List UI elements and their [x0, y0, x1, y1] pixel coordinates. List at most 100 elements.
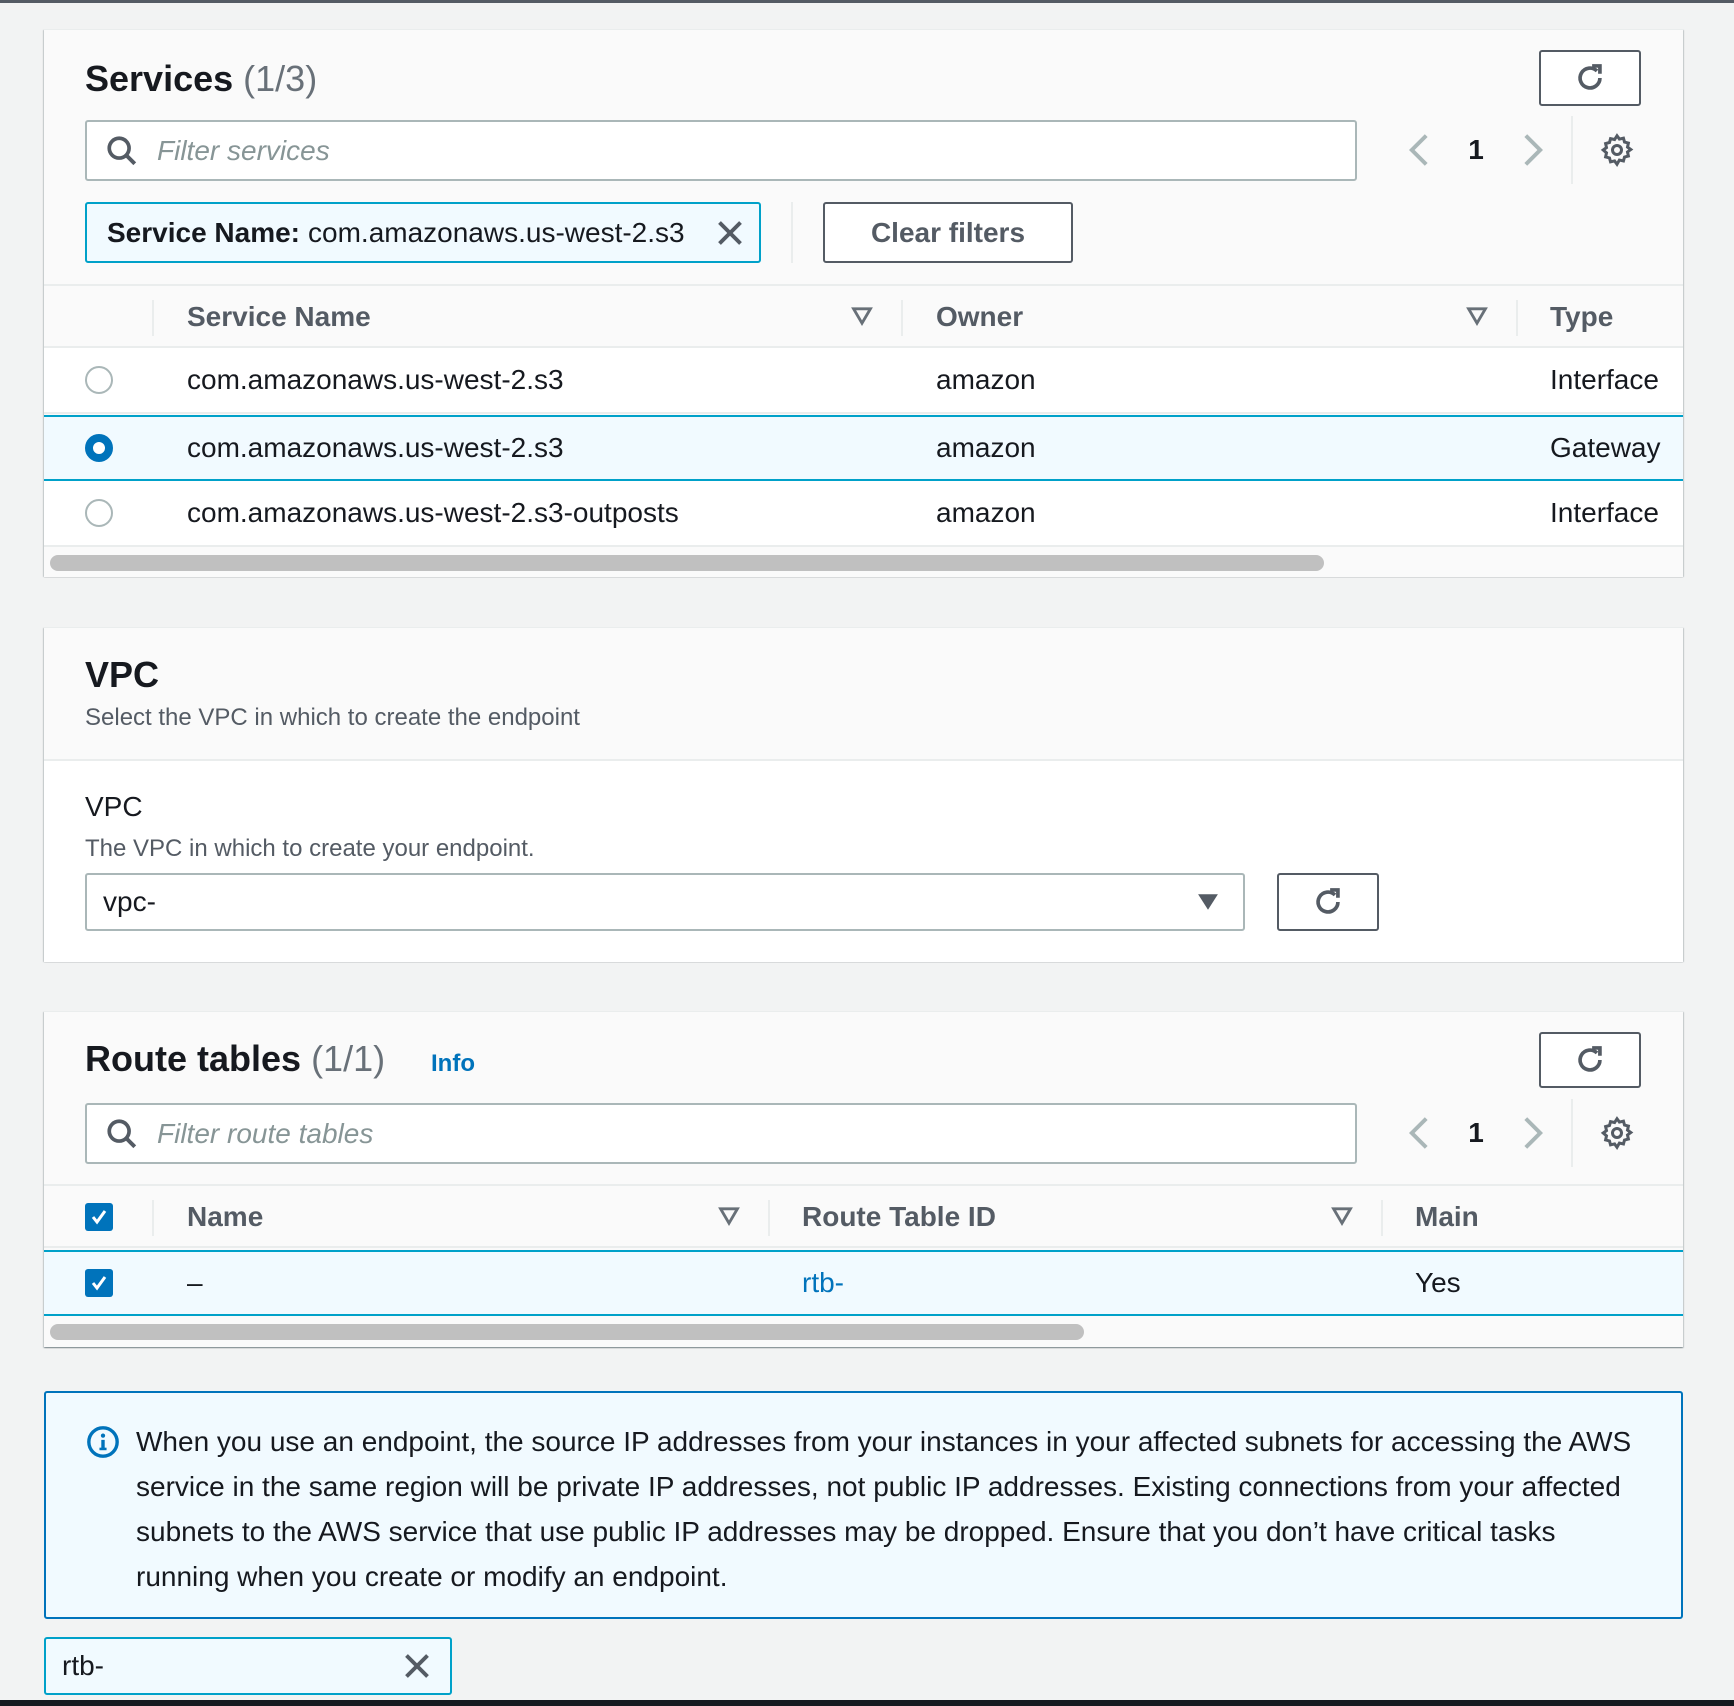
filter-token-value: com.amazonaws.us-west-2.s3 — [308, 216, 685, 248]
select-all-checkbox[interactable] — [85, 1203, 113, 1231]
page-number[interactable]: 1 — [1439, 134, 1513, 166]
row-checkbox[interactable] — [85, 1269, 113, 1297]
window-bottom-edge — [0, 1700, 1734, 1706]
cell-type: Interface — [1550, 364, 1659, 395]
close-icon — [405, 1654, 429, 1678]
column-header-main[interactable]: Main — [1415, 1186, 1479, 1248]
vpc-refresh-button[interactable] — [1277, 873, 1379, 931]
vpc-section-title: VPC — [85, 654, 160, 695]
route-tables-count: (1/1) — [311, 1038, 386, 1079]
gear-icon — [1600, 133, 1634, 168]
cell-owner: amazon — [936, 364, 1036, 395]
sort-icon[interactable] — [850, 304, 874, 328]
row-radio[interactable] — [85, 499, 113, 527]
route-tables-pagination: 1 — [1399, 1099, 1637, 1167]
clear-filters-button[interactable]: Clear filters — [823, 202, 1073, 263]
route-tables-title: Route tables (1/1) — [85, 1038, 385, 1080]
pager-divider — [1571, 116, 1573, 184]
refresh-icon — [1316, 888, 1340, 914]
column-separator — [901, 300, 903, 336]
column-separator — [1516, 300, 1518, 336]
vpc-panel: VPC Select the VPC in which to create th… — [44, 627, 1683, 962]
column-header-owner[interactable]: Owner — [936, 286, 1023, 348]
cell-type: Gateway — [1550, 432, 1661, 463]
row-radio-checked[interactable] — [85, 434, 113, 462]
services-count: (1/3) — [243, 58, 318, 99]
chevron-left-icon — [1408, 1117, 1428, 1149]
table-row-selected[interactable]: – rtb- Yes — [44, 1250, 1683, 1316]
sort-icon[interactable] — [1330, 1204, 1354, 1228]
services-pagination: 1 — [1399, 116, 1637, 184]
route-tables-horizontal-scrollbar[interactable] — [44, 1316, 1683, 1346]
table-row[interactable]: com.amazonaws.us-west-2.s3-outposts amaz… — [44, 481, 1683, 547]
alert-message: When you use an endpoint, the source IP … — [136, 1426, 1632, 1592]
vpc-field-description: The VPC in which to create your endpoint… — [85, 835, 535, 862]
cell-main: Yes — [1415, 1267, 1461, 1298]
info-icon — [87, 1426, 119, 1458]
filter-token-key: Service Name: — [107, 216, 301, 248]
cell-service-name: com.amazonaws.us-west-2.s3 — [187, 432, 564, 463]
services-horizontal-scrollbar[interactable] — [44, 547, 1683, 577]
route-tables-search[interactable] — [85, 1103, 1357, 1164]
services-search-input[interactable] — [157, 134, 1355, 167]
chevron-right-icon — [1524, 134, 1544, 166]
column-separator — [152, 1200, 154, 1236]
services-refresh-button[interactable] — [1539, 50, 1641, 106]
vpc-section-description: Select the VPC in which to create the en… — [85, 704, 580, 731]
search-icon — [107, 135, 137, 165]
route-tables-search-input[interactable] — [157, 1117, 1355, 1150]
remove-token-button[interactable] — [402, 1651, 432, 1681]
refresh-icon — [1578, 64, 1602, 90]
row-radio[interactable] — [85, 366, 113, 394]
filter-divider — [791, 202, 793, 263]
service-name-filter-token: Service Name: com.amazonaws.us-west-2.s3 — [85, 202, 761, 263]
services-title-text: Services — [85, 58, 234, 99]
services-search[interactable] — [85, 120, 1357, 181]
column-header-name[interactable]: Name — [187, 1186, 263, 1248]
services-title: Services (1/3) — [85, 58, 317, 100]
info-link[interactable]: Info — [431, 1050, 475, 1078]
column-separator — [768, 1200, 770, 1236]
next-page-button[interactable] — [1513, 120, 1553, 180]
cell-type: Interface — [1550, 497, 1659, 528]
column-separator — [1381, 1200, 1383, 1236]
sort-icon[interactable] — [1465, 304, 1489, 328]
cell-route-table-id-link[interactable]: rtb- — [802, 1252, 844, 1314]
close-icon — [718, 220, 742, 245]
gear-icon — [1600, 1116, 1634, 1151]
cell-owner: amazon — [936, 432, 1036, 463]
refresh-icon — [1578, 1046, 1602, 1072]
table-row[interactable]: com.amazonaws.us-west-2.s3 amazon Interf… — [44, 348, 1683, 414]
vpc-panel-body: VPC The VPC in which to create your endp… — [44, 759, 1683, 962]
selected-route-table-token: rtb- — [44, 1637, 452, 1695]
column-separator — [152, 300, 154, 336]
scrollbar-thumb[interactable] — [50, 555, 1324, 571]
checkmark-icon — [91, 1210, 107, 1225]
page-number[interactable]: 1 — [1439, 1117, 1513, 1149]
cell-service-name: com.amazonaws.us-west-2.s3-outposts — [187, 497, 679, 528]
column-header-route-table-id[interactable]: Route Table ID — [802, 1186, 996, 1248]
cell-name: – — [187, 1267, 203, 1298]
prev-page-button[interactable] — [1399, 120, 1439, 180]
prev-page-button[interactable] — [1399, 1103, 1439, 1163]
sort-icon[interactable] — [717, 1204, 741, 1228]
scrollbar-thumb[interactable] — [50, 1324, 1084, 1340]
token-label: rtb- — [62, 1650, 104, 1681]
route-tables-refresh-button[interactable] — [1539, 1032, 1641, 1088]
column-header-service-name[interactable]: Service Name — [187, 286, 371, 348]
next-page-button[interactable] — [1513, 1103, 1553, 1163]
cell-service-name: com.amazonaws.us-west-2.s3 — [187, 364, 564, 395]
column-header-type[interactable]: Type — [1550, 286, 1613, 348]
preferences-button[interactable] — [1597, 130, 1637, 170]
vpc-select-value: vpc- — [103, 886, 156, 917]
remove-filter-button[interactable] — [715, 218, 745, 248]
services-table-header: Service Name Owner Type — [44, 284, 1683, 348]
vpc-select[interactable]: vpc- — [85, 873, 1245, 931]
table-row-selected[interactable]: com.amazonaws.us-west-2.s3 amazon Gatewa… — [44, 415, 1683, 481]
route-tables-panel: Route tables (1/1) Info 1 Name Route Tab… — [44, 1011, 1683, 1347]
preferences-button[interactable] — [1597, 1113, 1637, 1153]
route-tables-title-text: Route tables — [85, 1038, 302, 1079]
vpc-field-label: VPC — [85, 791, 143, 822]
pager-divider — [1571, 1099, 1573, 1167]
cell-owner: amazon — [936, 497, 1036, 528]
